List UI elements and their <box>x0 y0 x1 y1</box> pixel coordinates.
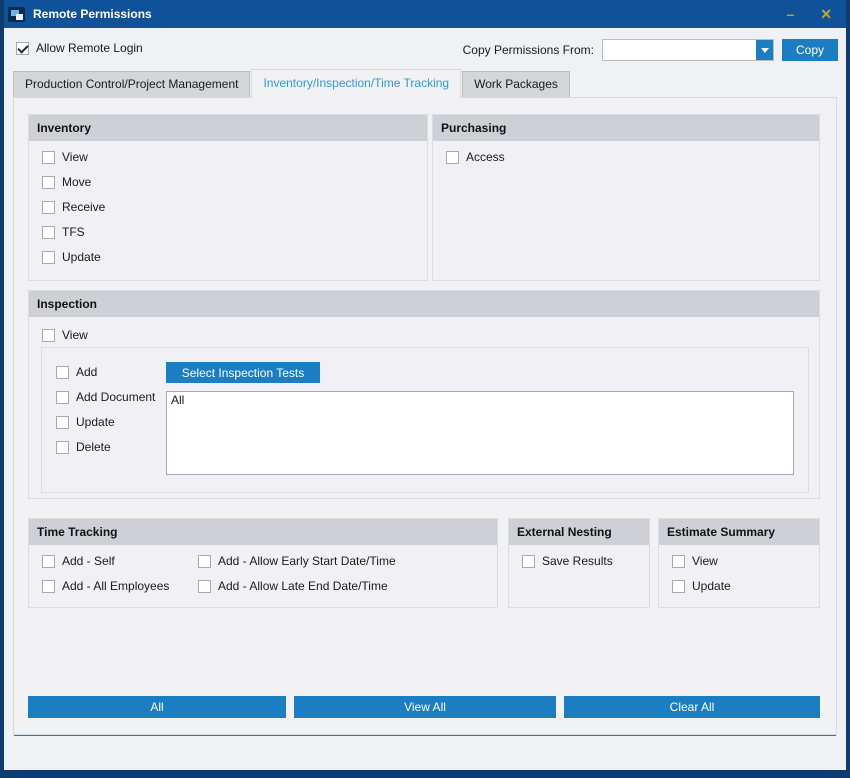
checkbox-label: Update <box>62 250 101 264</box>
checkbox-inspection-add[interactable]: Add <box>56 364 155 380</box>
checkbox-inspection-delete[interactable]: Delete <box>56 439 155 455</box>
checkbox-add-allow-early-start[interactable]: Add - Allow Early Start Date/Time <box>198 553 396 569</box>
checkbox-label: Add Document <box>76 390 155 404</box>
copy-permissions-label: Copy Permissions From: <box>463 43 594 57</box>
estimate-summary-section: Estimate Summary View Update <box>658 518 820 608</box>
allow-remote-login-label: Allow Remote Login <box>36 41 143 55</box>
checkbox-inventory-receive[interactable]: Receive <box>42 199 427 215</box>
checkbox-inspection-update[interactable]: Update <box>56 414 155 430</box>
checkbox-box <box>672 580 685 593</box>
checkbox-label: TFS <box>62 225 85 239</box>
checkbox-estimate-view[interactable]: View <box>672 553 819 569</box>
checkbox-estimate-update[interactable]: Update <box>672 578 819 594</box>
select-inspection-tests-button[interactable]: Select Inspection Tests <box>166 362 320 383</box>
title-bar: Remote Permissions – ✕ <box>0 0 850 28</box>
checkbox-box <box>198 580 211 593</box>
app-icon <box>8 7 25 22</box>
checkbox-label: Add - Allow Late End Date/Time <box>218 579 388 593</box>
inspection-section: Inspection View Add Add Document <box>28 290 820 499</box>
checkbox-box <box>42 329 55 342</box>
time-tracking-header: Time Tracking <box>29 519 497 545</box>
external-nesting-section: External Nesting Save Results <box>508 518 650 608</box>
checkbox-label: Add - Allow Early Start Date/Time <box>218 554 396 568</box>
checkbox-box <box>672 555 685 568</box>
tab-bar: Production Control/Project Management In… <box>13 69 571 97</box>
checkbox-label: Move <box>62 175 91 189</box>
estimate-summary-header: Estimate Summary <box>659 519 819 545</box>
checkbox-label: View <box>62 328 88 342</box>
inventory-section: Inventory View Move Receive TFS <box>28 114 428 281</box>
checkbox-box <box>42 201 55 214</box>
checkbox-inventory-move[interactable]: Move <box>42 174 427 190</box>
checkbox-label: Update <box>76 415 115 429</box>
inventory-header: Inventory <box>29 115 427 141</box>
checkbox-label: View <box>62 150 88 164</box>
time-tracking-section: Time Tracking Add - Self Add - All Emplo… <box>28 518 498 608</box>
checkbox-box <box>56 366 69 379</box>
chevron-down-icon <box>761 48 769 53</box>
purchasing-header: Purchasing <box>433 115 819 141</box>
checkbox-add-allow-late-end[interactable]: Add - Allow Late End Date/Time <box>198 578 396 594</box>
checkbox-box <box>42 555 55 568</box>
purchasing-section: Purchasing Access <box>432 114 820 281</box>
allow-remote-login-checkbox[interactable]: Allow Remote Login <box>16 40 143 56</box>
checkbox-add-all-employees[interactable]: Add - All Employees <box>42 578 198 594</box>
list-item[interactable]: All <box>171 393 789 408</box>
checkbox-inventory-view[interactable]: View <box>42 149 427 165</box>
minimize-icon[interactable]: – <box>786 7 794 21</box>
checkbox-box <box>42 176 55 189</box>
checkbox-box <box>198 555 211 568</box>
combobox-dropdown-button[interactable] <box>756 40 773 60</box>
checkbox-label: Update <box>692 579 731 593</box>
checkbox-label: Receive <box>62 200 105 214</box>
checkbox-label: Access <box>466 150 505 164</box>
window-title: Remote Permissions <box>33 7 152 21</box>
copy-permissions-input[interactable] <box>603 40 756 60</box>
checkbox-inventory-update[interactable]: Update <box>42 249 427 265</box>
checkbox-label: Delete <box>76 440 111 454</box>
checkbox-inspection-add-document[interactable]: Add Document <box>56 389 155 405</box>
checkbox-box <box>42 226 55 239</box>
checkbox-inspection-view[interactable]: View <box>42 327 88 343</box>
external-nesting-header: External Nesting <box>509 519 649 545</box>
inspection-tests-listbox[interactable]: All <box>166 391 794 475</box>
checkbox-box <box>56 391 69 404</box>
checkbox-box <box>16 42 29 55</box>
close-icon[interactable]: ✕ <box>820 7 832 21</box>
checkbox-box <box>42 151 55 164</box>
clear-all-button[interactable]: Clear All <box>564 696 820 718</box>
view-all-button[interactable]: View All <box>294 696 556 718</box>
checkbox-label: Add - All Employees <box>62 579 169 593</box>
checkbox-label: Add - Self <box>62 554 115 568</box>
checkbox-add-self[interactable]: Add - Self <box>42 553 198 569</box>
remote-permissions-dialog: Remote Permissions – ✕ Allow Remote Logi… <box>0 0 850 778</box>
inspection-header: Inspection <box>29 291 819 317</box>
checkbox-save-results[interactable]: Save Results <box>522 553 649 569</box>
all-button[interactable]: All <box>28 696 286 718</box>
checkbox-box <box>42 580 55 593</box>
tab-content-panel: Inventory View Move Receive TFS <box>13 97 837 735</box>
tab-work-packages[interactable]: Work Packages <box>462 71 570 97</box>
checkbox-label: Save Results <box>542 554 613 568</box>
copy-button[interactable]: Copy <box>782 39 838 61</box>
copy-permissions-combobox[interactable] <box>602 39 774 61</box>
checkbox-box <box>522 555 535 568</box>
checkbox-box <box>446 151 459 164</box>
tab-inventory-inspection-time-tracking[interactable]: Inventory/Inspection/Time Tracking <box>251 69 461 97</box>
checkbox-box <box>56 416 69 429</box>
tab-production-control[interactable]: Production Control/Project Management <box>13 71 250 97</box>
checkbox-box <box>56 441 69 454</box>
checkbox-label: View <box>692 554 718 568</box>
checkbox-box <box>42 251 55 264</box>
checkbox-purchasing-access[interactable]: Access <box>446 149 819 165</box>
checkbox-inventory-tfs[interactable]: TFS <box>42 224 427 240</box>
checkbox-label: Add <box>76 365 97 379</box>
inspection-sub-panel: Add Add Document Update Delete <box>41 347 809 493</box>
